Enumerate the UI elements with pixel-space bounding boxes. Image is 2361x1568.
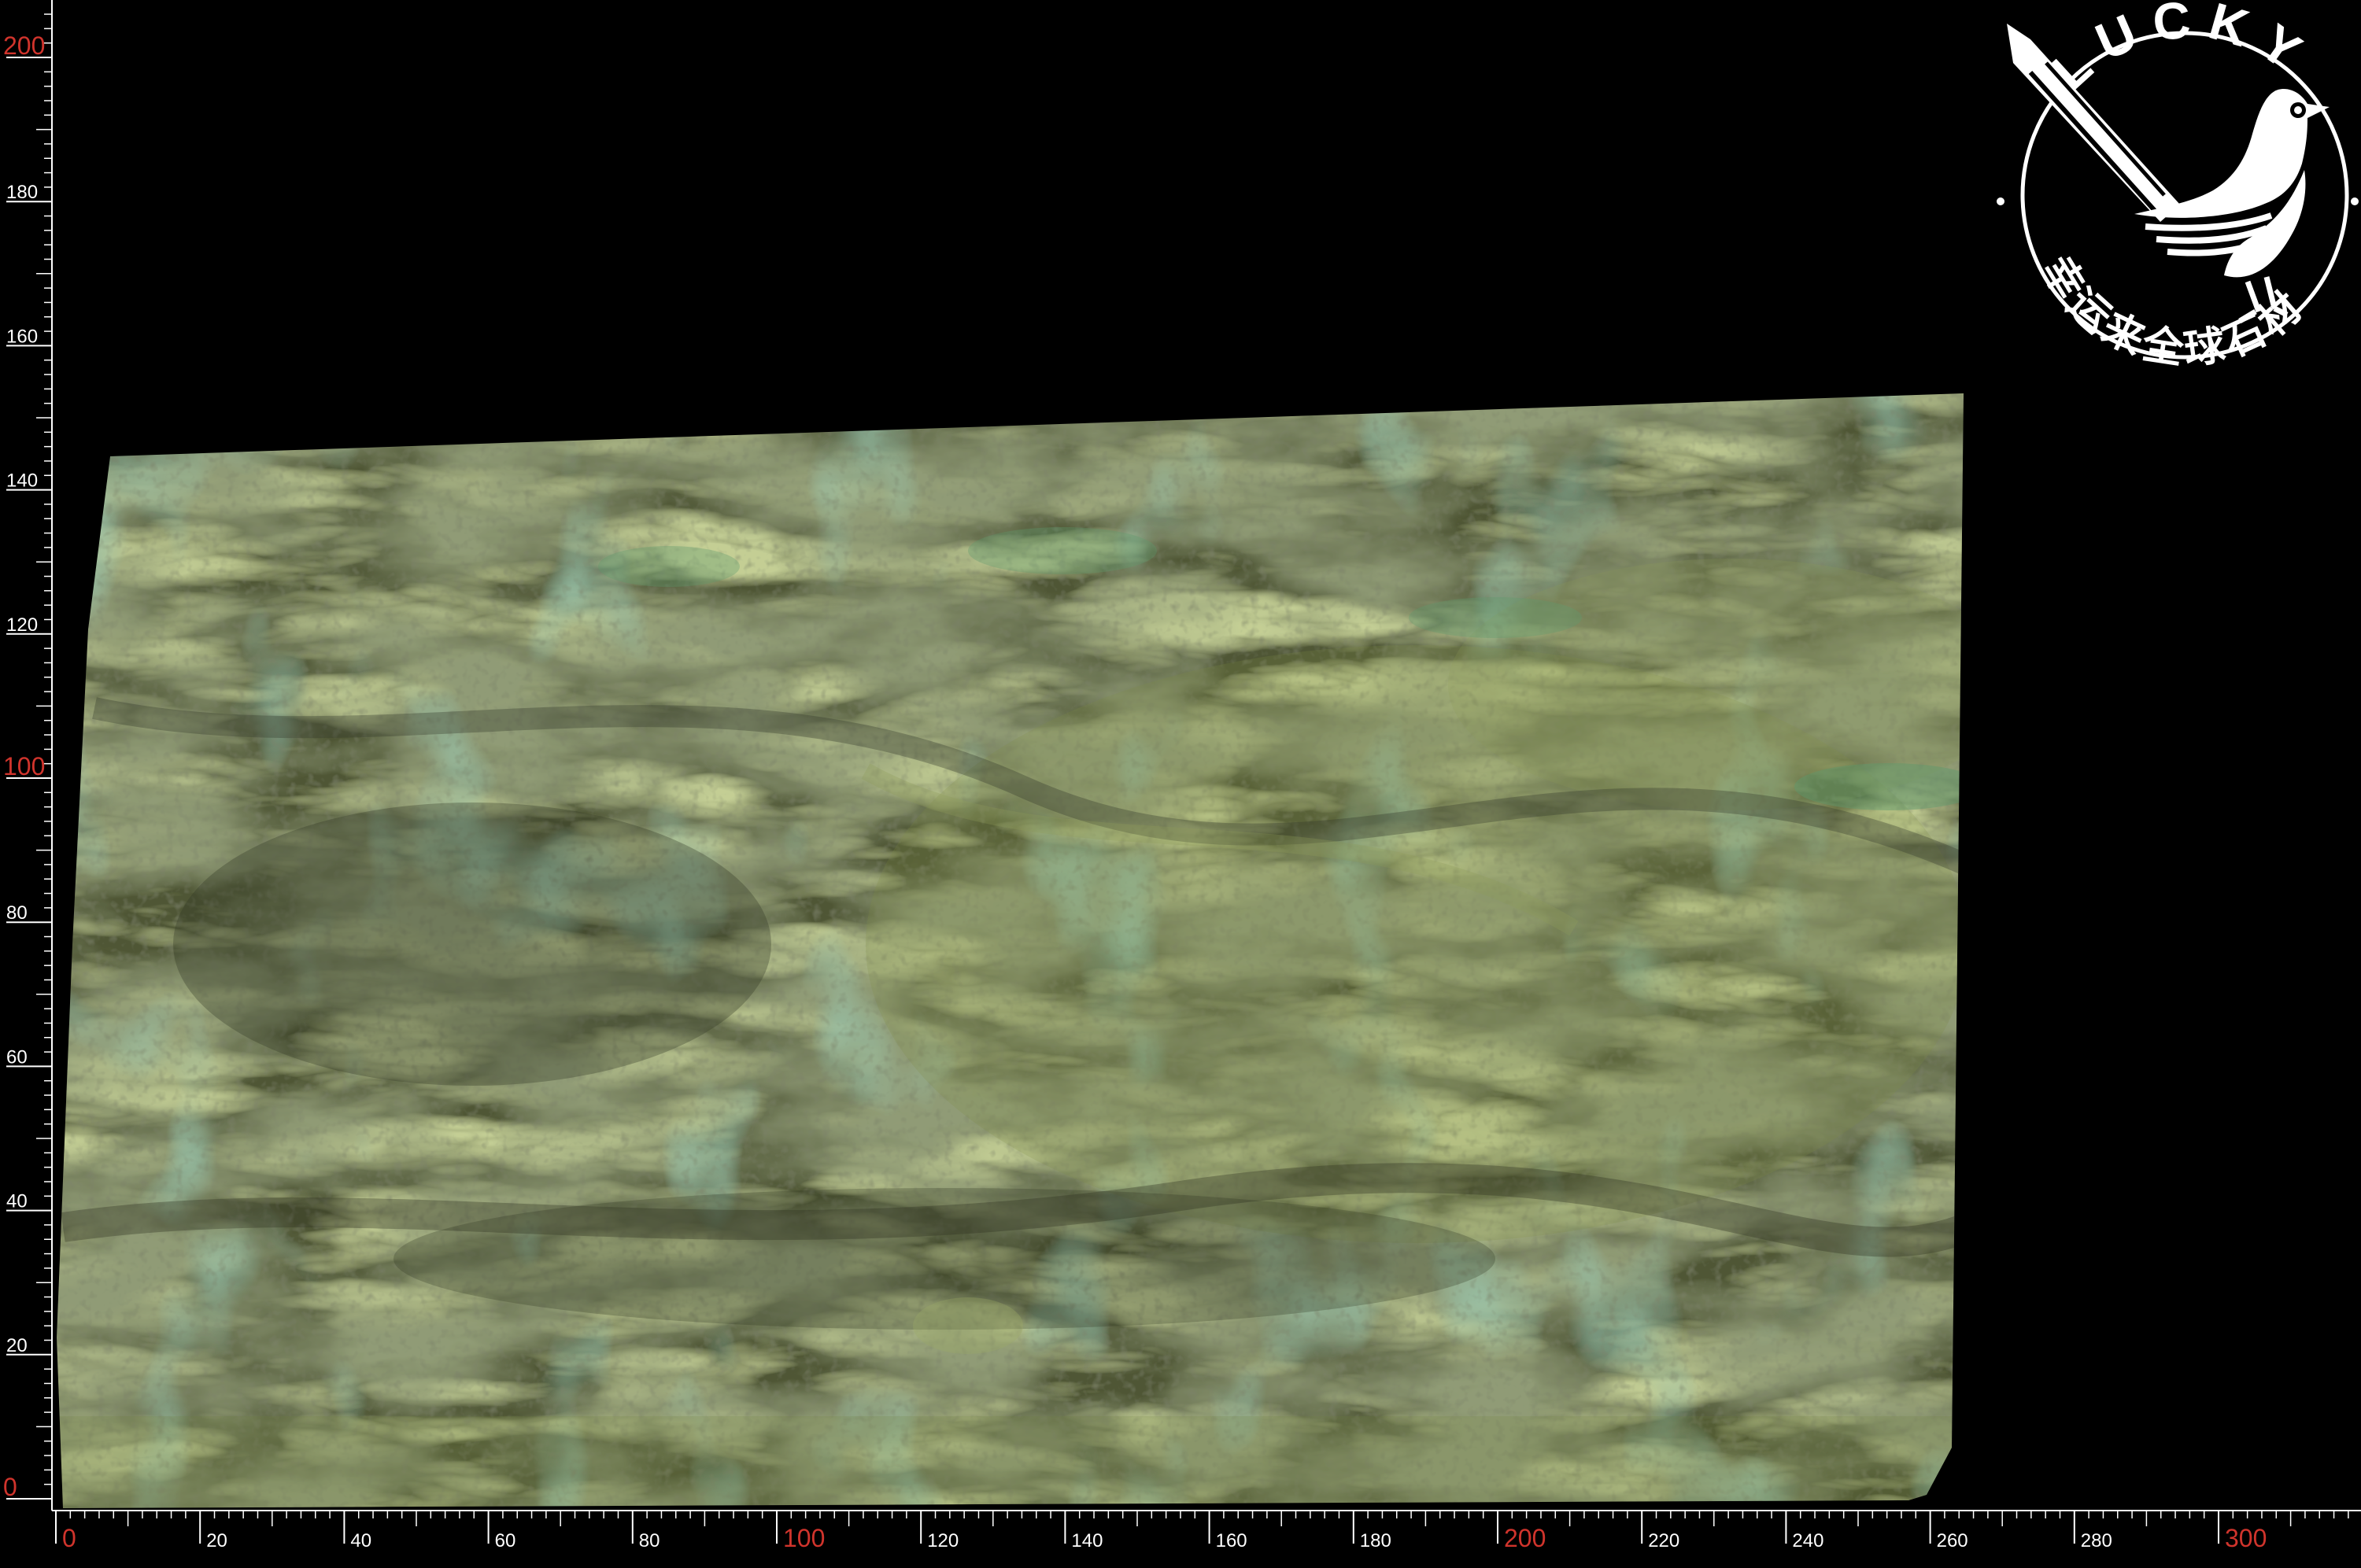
y-tick-label: 60 xyxy=(6,1046,28,1068)
x-tick-label: 120 xyxy=(927,1530,959,1551)
x-tick-label: 160 xyxy=(1216,1530,1247,1551)
y-tick-label: 100 xyxy=(3,752,45,780)
y-tick-label: 200 xyxy=(3,31,45,60)
y-tick-label: 160 xyxy=(6,326,38,347)
y-tick-label: 180 xyxy=(6,182,38,203)
x-tick-label: 0 xyxy=(62,1524,76,1552)
x-tick-label: 300 xyxy=(2225,1524,2267,1552)
lucky-logo: LUCKY 幸运来全球石材 xyxy=(1997,0,2359,374)
x-tick-label: 280 xyxy=(2081,1530,2112,1551)
logo-tagline: 幸运来全球石材 xyxy=(2033,249,2314,374)
y-tick-label: 0 xyxy=(3,1473,17,1501)
x-tick-label: 180 xyxy=(1360,1530,1391,1551)
y-tick-label: 40 xyxy=(6,1191,28,1212)
x-tick-label: 220 xyxy=(1648,1530,1679,1551)
marble-slab xyxy=(57,393,1964,1508)
x-tick-label: 20 xyxy=(206,1530,227,1551)
x-tick-label: 40 xyxy=(350,1530,371,1551)
x-tick-label: 80 xyxy=(639,1530,660,1551)
y-tick-label: 120 xyxy=(6,614,38,636)
x-tick-label: 140 xyxy=(1071,1530,1103,1551)
x-tick-label: 240 xyxy=(1792,1530,1823,1551)
logo-wordmark: LUCKY xyxy=(2041,0,2324,101)
y-tick-label: 80 xyxy=(6,902,28,924)
y-tick-label: 20 xyxy=(6,1335,28,1356)
x-tick-label: 60 xyxy=(495,1530,516,1551)
x-tick-label: 200 xyxy=(1504,1524,1546,1552)
y-tick-label: 140 xyxy=(6,470,38,492)
slab-photo-stage: 0 20 40 60 80 100 120 140 160 180 200 220 240 260 280 3… xyxy=(3,0,2361,1552)
x-tick-label: 260 xyxy=(1937,1530,1968,1551)
x-tick-label: 100 xyxy=(783,1524,825,1552)
